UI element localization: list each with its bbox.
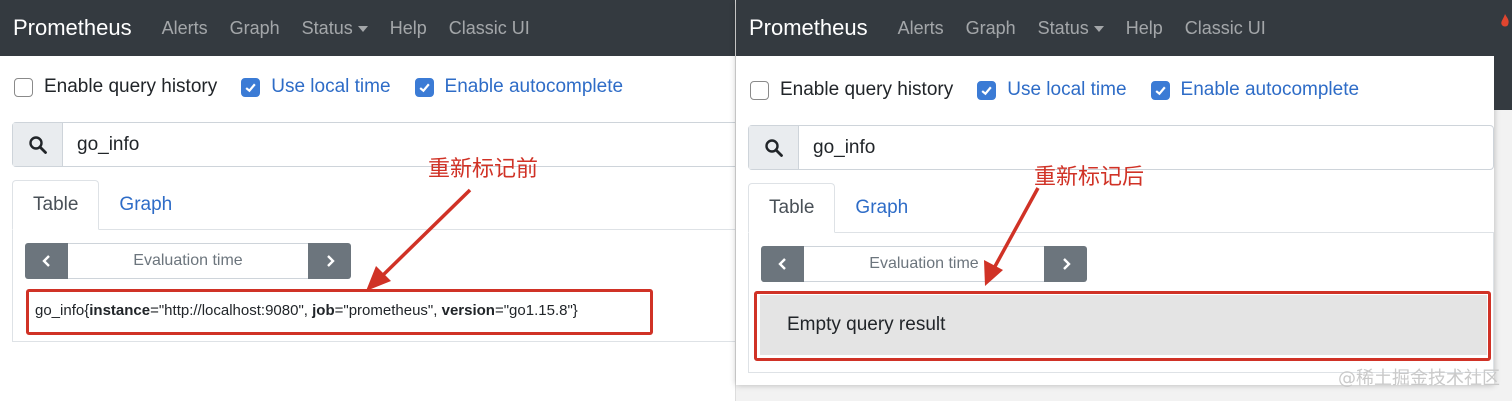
flame-icon: [1501, 14, 1509, 27]
brand-link[interactable]: Prometheus: [736, 15, 868, 41]
checkbox-autocomplete[interactable]: [1150, 80, 1170, 100]
check-icon: [981, 86, 992, 95]
chevron-left-icon[interactable]: [25, 243, 68, 279]
expression-input[interactable]: [63, 123, 735, 166]
nav-status-label: Status: [1037, 17, 1089, 38]
chevron-right-icon[interactable]: [308, 243, 351, 279]
check-icon: [245, 83, 256, 92]
nav-classic-ui[interactable]: Classic UI: [449, 18, 530, 39]
search-icon[interactable]: [13, 123, 63, 166]
tab-table[interactable]: Table: [12, 180, 100, 230]
checkbox-local-time[interactable]: [977, 80, 997, 100]
option-label: Enable query history: [780, 79, 954, 100]
chevron-down-icon: [1093, 25, 1104, 32]
nav-graph[interactable]: Graph: [966, 18, 1016, 39]
checkbox-autocomplete[interactable]: [414, 77, 434, 97]
tab-graph[interactable]: Graph: [835, 183, 928, 232]
check-icon: [1155, 86, 1166, 95]
evaluation-time-input[interactable]: Evaluation time: [68, 243, 308, 279]
option-label: Enable autocomplete: [444, 76, 624, 97]
nav-status[interactable]: Status: [1038, 18, 1104, 39]
evaluation-time-control: Evaluation time: [761, 246, 1087, 282]
annotation-box-before: [26, 289, 653, 335]
navbar: Prometheus Alerts Graph Status Help Clas…: [0, 0, 735, 56]
evaluation-time-control: Evaluation time: [25, 243, 351, 279]
checkbox-query-history[interactable]: [14, 77, 33, 97]
nav-status-label: Status: [301, 17, 353, 38]
option-label: Use local time: [271, 76, 391, 97]
brand-link[interactable]: Prometheus: [0, 15, 132, 41]
nav-alerts[interactable]: Alerts: [162, 18, 208, 39]
checkbox-query-history[interactable]: [750, 80, 769, 100]
nav-alerts[interactable]: Alerts: [898, 18, 944, 39]
option-label: Use local time: [1007, 79, 1127, 100]
left-panel: Prometheus Alerts Graph Status Help Clas…: [0, 0, 736, 401]
option-label: Enable autocomplete: [1180, 79, 1360, 100]
tab-table[interactable]: Table: [748, 183, 836, 233]
chevron-down-icon: [357, 25, 368, 32]
nav-status[interactable]: Status: [302, 18, 368, 39]
expression-input[interactable]: [799, 126, 1493, 169]
chevron-left-icon[interactable]: [761, 246, 804, 282]
evaluation-time-input[interactable]: Evaluation time: [804, 246, 1044, 282]
navbar: Prometheus Alerts Graph Status Help Clas…: [736, 0, 1494, 56]
expression-bar: [12, 122, 735, 167]
option-local-time[interactable]: Use local time: [241, 76, 391, 98]
query-options: Enable query history Use local time Enab…: [750, 79, 1383, 101]
checkbox-local-time[interactable]: [241, 77, 261, 97]
tab-bar: Table Graph: [12, 180, 735, 230]
option-local-time[interactable]: Use local time: [977, 79, 1127, 101]
nav-help[interactable]: Help: [1126, 18, 1163, 39]
nav-classic-ui[interactable]: Classic UI: [1185, 18, 1266, 39]
tab-graph[interactable]: Graph: [99, 180, 192, 229]
option-autocomplete[interactable]: Enable autocomplete: [414, 76, 624, 98]
watermark: @稀土掘金技术社区: [1338, 368, 1500, 389]
annotation-label-before: 重新标记前: [428, 157, 539, 182]
annotation-label-after: 重新标记后: [1034, 165, 1145, 190]
nav-graph[interactable]: Graph: [230, 18, 280, 39]
option-query-history[interactable]: Enable query history: [750, 79, 953, 101]
option-label: Enable query history: [44, 76, 218, 97]
search-icon[interactable]: [749, 126, 799, 169]
query-options: Enable query history Use local time Enab…: [14, 76, 647, 98]
annotation-box-after: [754, 291, 1491, 361]
nav-help[interactable]: Help: [390, 18, 427, 39]
check-icon: [419, 83, 430, 92]
option-autocomplete[interactable]: Enable autocomplete: [1150, 79, 1360, 101]
option-query-history[interactable]: Enable query history: [14, 76, 217, 98]
chevron-right-icon[interactable]: [1044, 246, 1087, 282]
